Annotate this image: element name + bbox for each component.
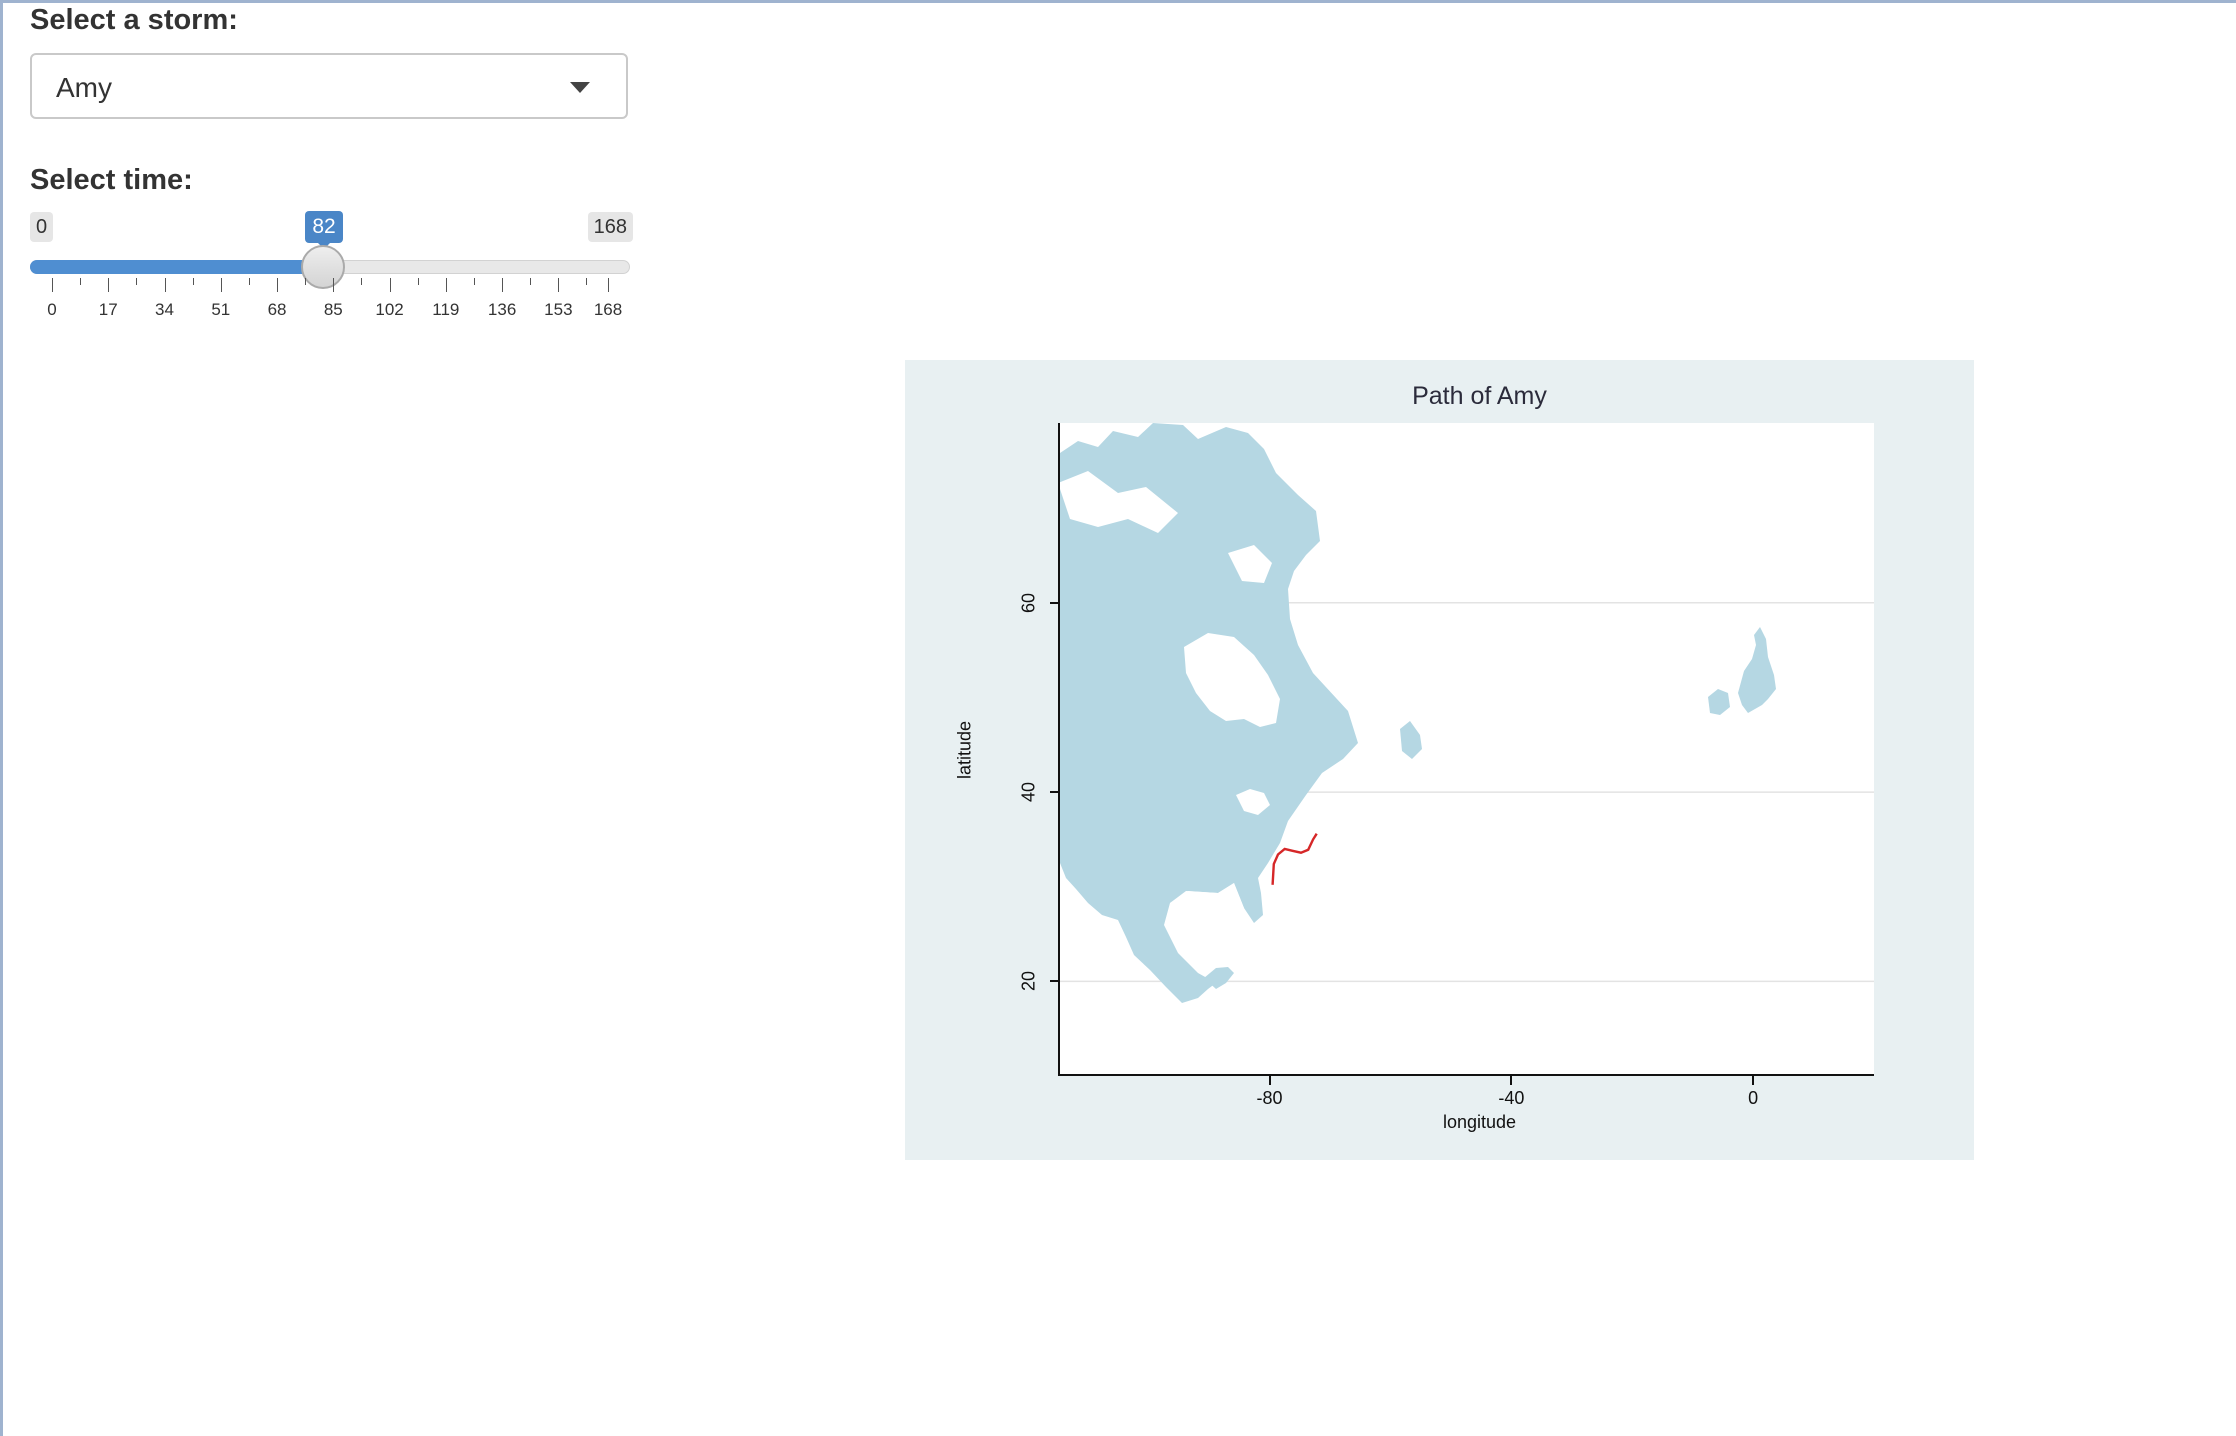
slider-minor-tick: [136, 278, 138, 285]
slider-minor-tick: [473, 278, 475, 285]
slider-minor-tick: [361, 278, 363, 285]
time-slider[interactable]: 0 168 82 0 17 34 51 68 85 102 119 136 153 168: [30, 208, 633, 328]
slider-minor-tick: [417, 278, 419, 285]
slider-tick-label: 168: [593, 300, 623, 319]
x-tick-label: 0: [1748, 1088, 1759, 1108]
y-axis-tick: [1050, 601, 1059, 604]
newfoundland-land: [1400, 721, 1422, 759]
x-tick-label: -80: [1256, 1088, 1283, 1108]
x-axis-tick: [1510, 1076, 1513, 1085]
plot-area: [1058, 423, 1874, 1076]
slider-minor-tick: [586, 278, 588, 285]
slider-tick-label: 102: [375, 300, 404, 319]
storm-select-label: Select a storm:: [30, 4, 238, 36]
slider-minor-tick: [248, 278, 250, 285]
slider-minor-tick: [305, 278, 307, 285]
y-axis-title: latitude: [954, 720, 975, 780]
slider-value-label: 82: [305, 211, 343, 249]
y-tick-label: 60: [1018, 592, 1039, 613]
great-britain-land: [1738, 627, 1776, 713]
slider-major-tick: [333, 278, 335, 292]
time-slider-label: Select time:: [30, 164, 193, 196]
slider-major-tick: [220, 278, 222, 292]
storm-select[interactable]: Amy: [30, 53, 628, 119]
window-top-border: [0, 0, 2236, 3]
slider-tick-label: 0: [47, 300, 57, 319]
slider-tick-label: 34: [155, 300, 174, 319]
slider-handle[interactable]: [301, 245, 346, 289]
x-axis-tick: [1268, 1076, 1271, 1085]
x-axis-title: longitude: [1442, 1112, 1517, 1132]
slider-major-tick: [502, 278, 504, 292]
y-axis-tick: [1050, 980, 1059, 983]
slider-tick-label: 17: [98, 300, 118, 319]
slider-min-label: 0: [30, 212, 54, 242]
map-svg: [1058, 423, 1874, 1003]
slider-major-tick: [608, 278, 609, 292]
slider-tick-label: 136: [487, 300, 517, 319]
slider-minor-tick: [80, 278, 82, 285]
chevron-down-icon[interactable]: [570, 82, 590, 93]
y-tick-label: 20: [1018, 971, 1039, 992]
slider-tick-label: 85: [323, 300, 343, 319]
slider-major-tick: [52, 278, 53, 292]
x-axis-tick: [1752, 1076, 1755, 1085]
slider-fill: [30, 260, 324, 274]
slider-tick-label: 51: [211, 300, 231, 319]
window-left-border: [0, 0, 3, 1436]
slider-tick-label: 68: [267, 300, 287, 319]
slider-minor-tick: [530, 278, 532, 285]
slider-major-tick: [558, 278, 560, 292]
slider-major-tick: [277, 278, 279, 292]
slider-minor-tick: [192, 278, 194, 285]
x-tick-label: -40: [1498, 1088, 1525, 1108]
ireland-land: [1708, 689, 1730, 715]
y-tick-label: 40: [1018, 782, 1039, 803]
slider-major-tick: [108, 278, 110, 292]
y-axis-line: [1058, 423, 1060, 1076]
y-axis-tick: [1050, 791, 1059, 794]
slider-major-tick: [164, 278, 166, 292]
slider-major-tick: [389, 278, 391, 292]
slider-major-tick: [445, 278, 447, 292]
slider-tick-label: 153: [544, 300, 573, 319]
chart-title: Path of Amy: [1412, 382, 1547, 410]
slider-tick-label: 119: [432, 300, 460, 319]
plot-panel: Path of Amy 20 40 60 -80 -40 0 longitude lati: [905, 360, 1974, 1160]
storm-select-value: Amy: [56, 72, 112, 103]
slider-max-label: 168: [587, 212, 633, 242]
